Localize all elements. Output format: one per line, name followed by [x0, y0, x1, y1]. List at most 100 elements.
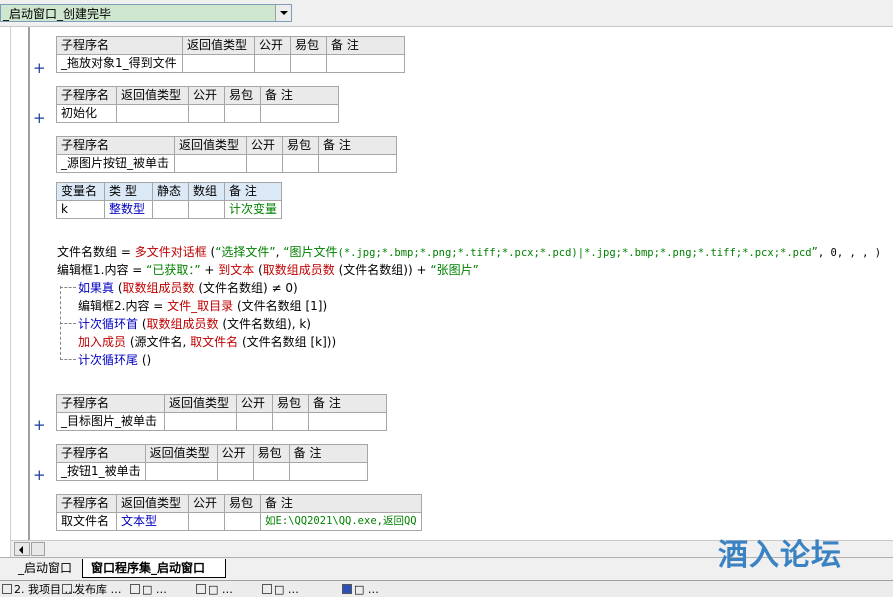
site-watermark: 酒入论坛	[718, 538, 842, 573]
header-cell: 备 注	[260, 494, 422, 513]
static-cell[interactable]	[152, 200, 189, 219]
subroutine-selector[interactable]: _启动窗口_创建完毕	[0, 4, 292, 22]
expand-icon[interactable]: +	[33, 468, 46, 483]
status-item[interactable]: □ …	[342, 583, 379, 597]
return-type-cell[interactable]: 文本型	[116, 512, 189, 531]
easypack-cell[interactable]	[272, 412, 309, 431]
variable-note[interactable]: 计次变量	[223, 200, 283, 219]
public-cell[interactable]	[246, 154, 283, 173]
header-cell: 数组	[188, 182, 225, 201]
return-type-cell[interactable]	[164, 412, 237, 431]
code-keyword: 计次循环首	[78, 317, 139, 331]
header-cell: 公开	[188, 86, 225, 105]
code-string: “选择文件”	[215, 245, 276, 259]
array-cell[interactable]	[188, 200, 225, 219]
header-cell: 子程序名	[56, 36, 183, 55]
code-function: 取数组成员数	[122, 281, 195, 295]
subroutine-table: 子程序名 返回值类型 公开 易包 备 注 _源图片按钮_被单击	[56, 136, 397, 173]
editor-margin	[11, 27, 30, 542]
status-item[interactable]: 发布库 …	[62, 583, 122, 597]
code-args: (文件名数组 [k]))	[238, 335, 337, 349]
code-line-7[interactable]: 计次循环尾 ()	[78, 352, 151, 368]
header-cell: 返回值类型	[164, 394, 237, 413]
note-cell[interactable]	[260, 104, 339, 123]
code-line-3[interactable]: 如果真 (取数组成员数 (文件名数组) ≠ 0)	[78, 280, 298, 296]
public-cell[interactable]	[216, 462, 254, 481]
easypack-cell[interactable]	[252, 462, 290, 481]
subroutine-table: 子程序名 返回值类型 公开 易包 备 注 初始化	[56, 86, 339, 123]
header-cell: 易包	[224, 86, 261, 105]
header-cell: 公开	[236, 394, 273, 413]
subroutine-name[interactable]: 初始化	[56, 104, 117, 123]
code-function: 取数组成员数	[262, 263, 335, 277]
status-item[interactable]: □ …	[130, 583, 167, 597]
code-line-5[interactable]: 计次循环首 (取数组成员数 (文件名数组), k)	[78, 316, 311, 332]
code-operator: =	[149, 299, 168, 313]
return-type-cell[interactable]	[116, 104, 189, 123]
tab-startup-window[interactable]: _启动窗口	[10, 559, 84, 577]
note-cell[interactable]	[308, 412, 387, 431]
easypack-cell[interactable]	[282, 154, 319, 173]
public-cell[interactable]	[254, 54, 291, 73]
note-cell[interactable]	[326, 54, 405, 73]
panel-icon	[62, 584, 72, 594]
tab-window-program-set[interactable]: 窗口程序集_启动窗口	[82, 559, 226, 578]
variable-name[interactable]: k	[56, 200, 105, 219]
status-item[interactable]: □ …	[196, 583, 233, 597]
status-bar: 2. 我项目 … 发布库 … □ … □ … □ … □ …	[0, 580, 893, 597]
subroutine-name[interactable]: _按钮1_被单击	[56, 462, 146, 481]
code-punct: (	[206, 245, 216, 259]
return-type-cell[interactable]	[182, 54, 255, 73]
easypack-cell[interactable]	[290, 54, 327, 73]
note-cell[interactable]	[288, 462, 368, 481]
header-cell: 备 注	[288, 444, 368, 463]
panel-icon	[262, 584, 272, 594]
return-type-cell[interactable]	[144, 462, 218, 481]
subroutine-name[interactable]: _目标图片_被单击	[56, 412, 165, 431]
expand-icon[interactable]: +	[33, 418, 46, 433]
scroll-thumb[interactable]	[31, 542, 45, 556]
header-cell: 类 型	[104, 182, 153, 201]
easypack-cell[interactable]	[224, 512, 261, 531]
header-cell: 子程序名	[56, 444, 146, 463]
code-string: “已获取：”	[146, 263, 201, 277]
note-cell[interactable]	[318, 154, 397, 173]
flow-line	[60, 359, 76, 360]
header-cell: 子程序名	[56, 86, 117, 105]
subroutine-table: 子程序名 返回值类型 公开 易包 备 注 _拖放对象1_得到文件	[56, 36, 405, 73]
subroutine-name[interactable]: 取文件名	[56, 512, 117, 531]
public-cell[interactable]	[236, 412, 273, 431]
header-cell: 变量名	[56, 182, 105, 201]
status-item[interactable]: □ …	[262, 583, 299, 597]
code-line-4[interactable]: 编辑框2.内容 = 文件_取目录 (文件名数组 [1])	[78, 298, 327, 314]
code-line-6[interactable]: 加入成员 (源文件名, 取文件名 (文件名数组 [k]))	[78, 334, 336, 350]
easypack-cell[interactable]	[224, 104, 261, 123]
code-line-2[interactable]: 编辑框1.内容 = “已获取：” + 到文本 (取数组成员数 (文件名数组)) …	[57, 262, 479, 278]
code-args: (源文件名,	[126, 335, 191, 349]
subroutine-name[interactable]: _拖放对象1_得到文件	[56, 54, 183, 73]
code-operator: +	[416, 263, 431, 277]
header-cell: 返回值类型	[116, 494, 189, 513]
toolbar: _启动窗口_创建完毕	[0, 0, 893, 27]
flow-line	[60, 323, 76, 324]
code-keyword: 计次循环尾	[78, 353, 139, 367]
code-line-1[interactable]: 文件名数组 = 多文件对话框 (“选择文件”, “图片文件(*.jpg;*.bm…	[57, 244, 881, 261]
code-operator: =	[128, 263, 147, 277]
return-type-cell[interactable]	[174, 154, 247, 173]
header-cell: 备 注	[260, 86, 339, 105]
chevron-down-icon[interactable]	[275, 5, 291, 21]
scroll-left-arrow-icon[interactable]	[14, 542, 30, 556]
code-function: 到文本	[218, 263, 255, 277]
expand-icon[interactable]: +	[33, 61, 46, 76]
public-cell[interactable]	[188, 512, 225, 531]
header-cell: 返回值类型	[116, 86, 189, 105]
expand-icon[interactable]: +	[33, 111, 46, 126]
status-item-label: □ …	[274, 583, 299, 596]
code-string: “张图片”	[430, 263, 479, 277]
note-cell[interactable]: 如E:\QQ2021\QQ.exe,返回QQ	[260, 512, 422, 531]
variable-type[interactable]: 整数型	[104, 200, 153, 219]
code-punct: (	[254, 263, 263, 277]
header-cell: 备 注	[308, 394, 387, 413]
subroutine-name[interactable]: _源图片按钮_被单击	[56, 154, 175, 173]
public-cell[interactable]	[188, 104, 225, 123]
